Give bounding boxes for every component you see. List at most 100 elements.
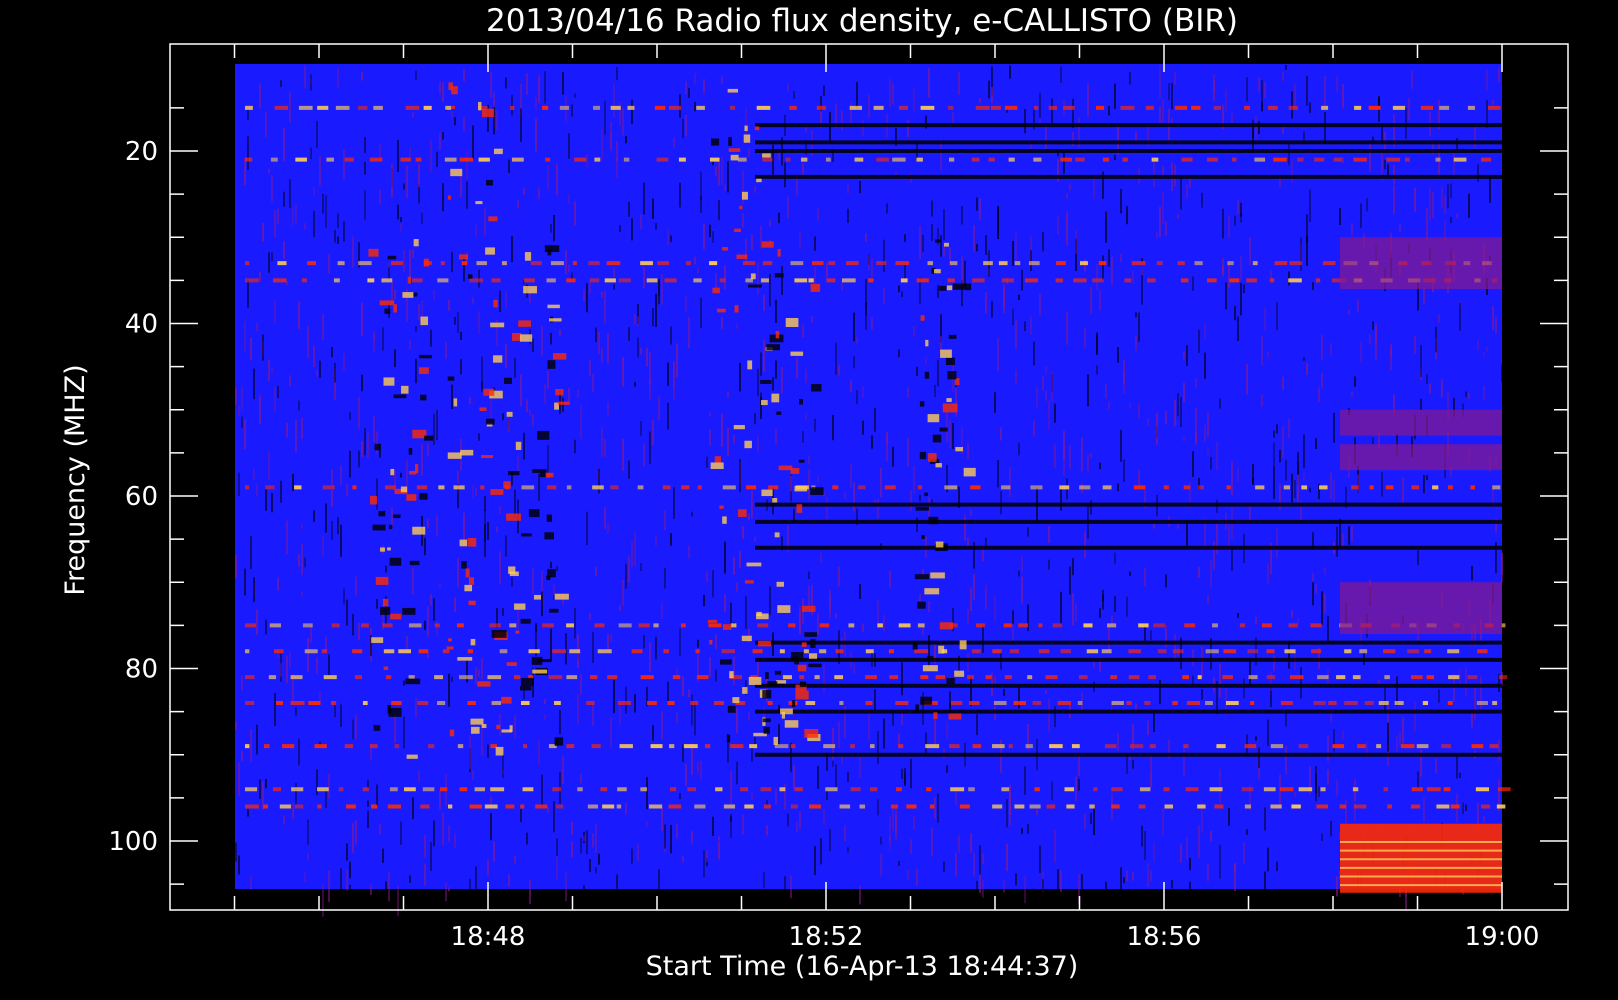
noise-streak xyxy=(913,466,915,494)
burst-cell xyxy=(419,354,432,359)
emission-segment xyxy=(381,278,393,283)
noise-streak xyxy=(997,459,999,488)
noise-streak xyxy=(1072,558,1074,576)
emission-segment xyxy=(383,649,395,654)
noise-streak xyxy=(1324,112,1326,144)
emission-segment xyxy=(1436,804,1450,809)
emission-segment xyxy=(480,485,485,490)
noise-streak xyxy=(1207,448,1209,456)
noise-streak xyxy=(745,238,747,265)
emission-segment xyxy=(663,649,669,654)
noise-streak xyxy=(1084,259,1086,272)
noise-streak xyxy=(718,836,720,841)
noise-streak xyxy=(850,380,852,392)
burst-cell xyxy=(451,105,455,109)
emission-segment xyxy=(592,485,604,490)
noise-streak xyxy=(448,673,450,707)
noise-streak xyxy=(892,806,894,831)
noise-streak xyxy=(940,235,942,257)
noise-streak xyxy=(511,576,513,587)
emission-segment xyxy=(737,157,747,162)
noise-streak xyxy=(1438,314,1440,323)
emission-segment xyxy=(1095,105,1105,110)
noise-streak xyxy=(436,515,438,536)
emission-segment xyxy=(1075,157,1085,162)
noise-streak xyxy=(1192,276,1194,291)
burst-cell xyxy=(920,696,933,705)
noise-streak xyxy=(466,181,468,209)
emission-segment xyxy=(245,744,250,749)
noise-streak xyxy=(1246,829,1248,835)
noise-streak xyxy=(1213,541,1215,570)
noise-streak xyxy=(235,387,237,405)
burst-cell xyxy=(371,637,384,643)
emission-segment xyxy=(490,787,505,792)
noise-streak xyxy=(1132,872,1134,881)
noise-streak xyxy=(538,187,540,199)
emission-segment xyxy=(619,744,633,749)
noise-streak xyxy=(1204,352,1206,379)
emission-segment xyxy=(1477,649,1488,654)
noise-streak xyxy=(1081,874,1083,896)
noise-streak xyxy=(1207,411,1209,438)
emission-segment xyxy=(849,105,862,110)
y-tick-label: 60 xyxy=(125,482,158,512)
noise-streak xyxy=(700,297,702,328)
noise-streak xyxy=(856,337,858,344)
noise-streak xyxy=(481,723,483,756)
emission-segment xyxy=(1052,623,1063,628)
burst-cell xyxy=(409,560,420,566)
noise-streak xyxy=(946,721,948,739)
noise-streak xyxy=(427,652,429,658)
emission-segment xyxy=(972,649,981,654)
burst-cell xyxy=(488,216,498,222)
noise-streak xyxy=(358,396,360,429)
noise-streak xyxy=(490,813,492,841)
burst-cell xyxy=(804,632,818,637)
noise-streak xyxy=(676,823,678,839)
emission-segment xyxy=(900,278,908,283)
noise-streak xyxy=(748,712,750,721)
noise-streak xyxy=(547,165,549,189)
noise-streak xyxy=(595,866,597,874)
emission-segment xyxy=(358,261,372,266)
noise-streak xyxy=(616,874,618,901)
emission-segment xyxy=(870,744,875,749)
emission-segment xyxy=(740,787,749,792)
burst-cell xyxy=(927,655,934,660)
noise-streak xyxy=(424,835,426,858)
noise-streak xyxy=(862,386,864,398)
noise-streak xyxy=(1456,756,1458,779)
emission-segment xyxy=(559,105,569,110)
noise-streak xyxy=(997,208,999,233)
noise-streak xyxy=(499,506,501,514)
noise-streak xyxy=(466,660,468,683)
noise-streak xyxy=(1471,711,1473,728)
noise-streak xyxy=(334,702,336,718)
emission-segment xyxy=(672,675,681,680)
noise-streak xyxy=(733,656,735,686)
burst-cell xyxy=(486,179,494,186)
noise-streak xyxy=(403,250,405,273)
emission-segment xyxy=(721,649,735,654)
noise-streak xyxy=(361,374,363,392)
emission-segment xyxy=(1392,105,1406,110)
noise-streak xyxy=(460,359,462,375)
emission-segment xyxy=(1122,157,1128,162)
emission-segment xyxy=(1492,485,1501,490)
emission-segment xyxy=(730,744,744,749)
noise-streak xyxy=(1168,83,1170,101)
emission-segment xyxy=(304,649,318,654)
noise-streak xyxy=(448,887,450,892)
noise-streak xyxy=(370,884,372,895)
emission-segment xyxy=(647,701,657,705)
noise-streak xyxy=(1366,888,1368,919)
noise-streak xyxy=(496,526,498,533)
emission-segment xyxy=(1470,485,1475,490)
noise-streak xyxy=(1087,83,1089,117)
noise-streak xyxy=(547,445,549,475)
burst-cell xyxy=(459,539,468,547)
noise-streak xyxy=(1414,187,1416,212)
emission-segment xyxy=(416,485,428,490)
noise-streak xyxy=(544,699,546,704)
